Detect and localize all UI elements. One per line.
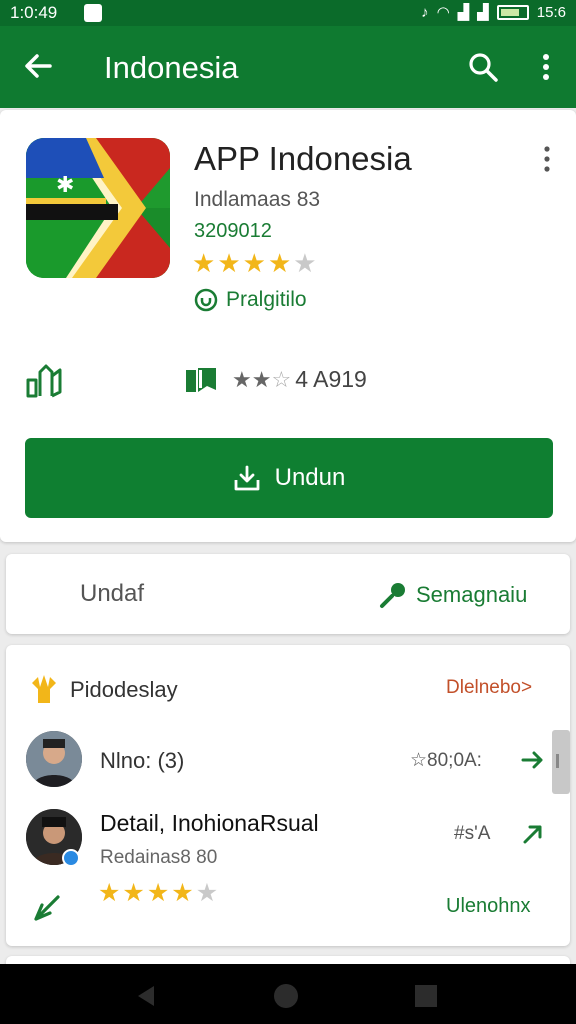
actions-card: Undaf Semagnaiu: [6, 554, 570, 634]
action-right-label: Semagnaiu: [416, 582, 528, 607]
signal-icon: ▟: [457, 4, 470, 21]
notification-icon: [84, 4, 102, 22]
meta-rating: ★ ★ ☆ 4 A919: [232, 366, 367, 393]
nav-back-icon[interactable]: [132, 982, 160, 1010]
star-icon: ★: [293, 248, 317, 278]
star-icon: ★: [122, 879, 145, 907]
status-time: 1:0:49: [10, 3, 58, 22]
back-arrow-icon[interactable]: [20, 48, 56, 84]
star-icon: ★: [242, 248, 266, 278]
battery-icon: [496, 4, 529, 20]
star-icon: ★: [171, 879, 194, 907]
signal-2-icon: ▟: [477, 4, 489, 21]
star-icon: ★: [195, 879, 219, 907]
meta-text: 4 A919: [295, 366, 367, 392]
status-icons: ♪ ◠ ▟ ▟ 15:6: [421, 3, 566, 22]
app-subtitle: 3209012: [194, 220, 272, 242]
reviews-footer-link[interactable]: Ulenohnx: [446, 895, 531, 918]
app-developer[interactable]: Indlamaas 83: [194, 188, 320, 212]
share-icon[interactable]: [24, 362, 64, 398]
avatar[interactable]: [26, 731, 82, 787]
microphone-icon: [380, 583, 405, 608]
wifi-icon: ◠: [436, 4, 450, 21]
nav-home-icon[interactable]: [272, 982, 300, 1010]
reviews-header-link[interactable]: Dlelnebo>: [446, 677, 532, 699]
battery-label: 15:6: [536, 3, 566, 21]
star-icon: ☆: [271, 366, 292, 392]
scroll-handle[interactable]: [552, 730, 570, 794]
app-bar: Indonesia: [0, 26, 576, 108]
search-icon[interactable]: [466, 50, 500, 84]
star-icon: ★: [232, 366, 252, 392]
reply-icon[interactable]: [30, 891, 64, 925]
review-name: Nlno: (3): [100, 748, 185, 773]
app-badge: Pralgitilo: [194, 288, 307, 312]
app-detail-card: ✱ APP Indonesia Indlamaas 83 3209012 ★ ★…: [0, 110, 576, 542]
action-left[interactable]: Undaf: [80, 580, 144, 608]
install-label: Undun: [274, 464, 346, 491]
overflow-menu-icon[interactable]: [534, 50, 558, 84]
star-icon: ★: [267, 248, 292, 278]
verified-icon: [62, 849, 80, 867]
page-title: Indonesia: [104, 50, 239, 85]
star-icon: ★: [146, 879, 170, 907]
badge-label: Pralgitilo: [226, 288, 307, 311]
star-icon: ★: [217, 248, 241, 278]
action-right[interactable]: Semagnaiu: [378, 580, 527, 610]
app-rating-stars: ★ ★ ★ ★ ★: [192, 250, 317, 276]
vibrate-icon: ♪: [421, 3, 429, 21]
nav-recent-icon[interactable]: [412, 982, 440, 1010]
download-icon: [234, 465, 260, 491]
verified-badge-icon: [194, 288, 218, 312]
star-icon: ★: [98, 879, 121, 907]
star-icon: ★: [251, 366, 272, 392]
svg-text:✱: ✱: [56, 173, 74, 198]
app-name: APP Indonesia: [194, 140, 412, 177]
book-icon[interactable]: [184, 364, 218, 396]
review-subtitle: Redainas8 80: [100, 847, 218, 868]
review-meta: ☆80;0A:: [410, 750, 482, 771]
reviews-card: Pidodeslay Dlelnebo> Nlno: (3) ☆80;0A: D…: [6, 645, 570, 946]
app-more-icon[interactable]: [536, 144, 558, 174]
install-button[interactable]: Undun: [25, 438, 553, 518]
system-nav-bar: [0, 964, 576, 1024]
review-name: Detail, InohionaRsual: [100, 810, 319, 836]
star-icon: ★: [192, 248, 216, 278]
status-bar: 1:0:49 ♪ ◠ ▟ ▟ 15:6: [0, 0, 576, 26]
reviews-header: Pidodeslay: [70, 677, 178, 702]
trophy-icon: [32, 675, 56, 703]
arrow-up-right-icon[interactable]: [520, 821, 546, 847]
review-meta: #s'A: [454, 823, 491, 844]
arrow-right-icon[interactable]: [520, 747, 546, 773]
review-rating-stars: ★ ★ ★ ★ ★: [98, 881, 218, 906]
app-flag-icon[interactable]: ✱: [26, 138, 170, 278]
